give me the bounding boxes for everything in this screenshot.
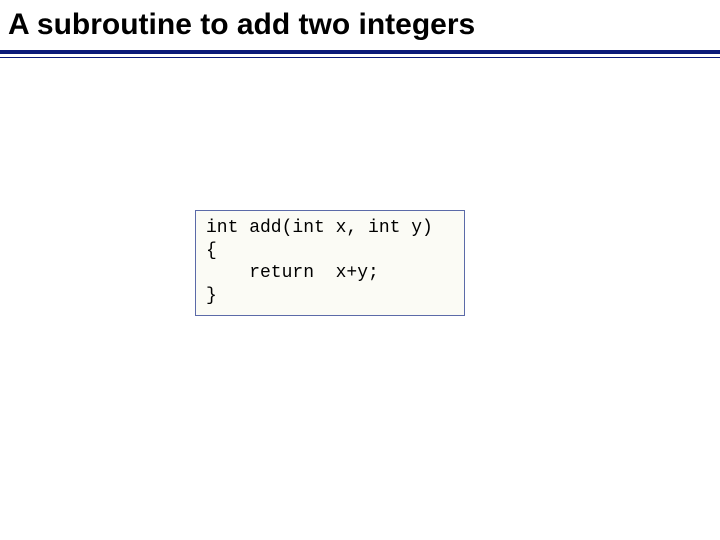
slide-title: A subroutine to add two integers — [8, 8, 475, 42]
code-snippet: int add(int x, int y) { return x+y; } — [206, 217, 454, 307]
title-rule-thin — [0, 57, 720, 58]
slide: A subroutine to add two integers int add… — [0, 0, 720, 540]
code-box: int add(int x, int y) { return x+y; } — [195, 210, 465, 316]
title-rule-thick — [0, 50, 720, 54]
